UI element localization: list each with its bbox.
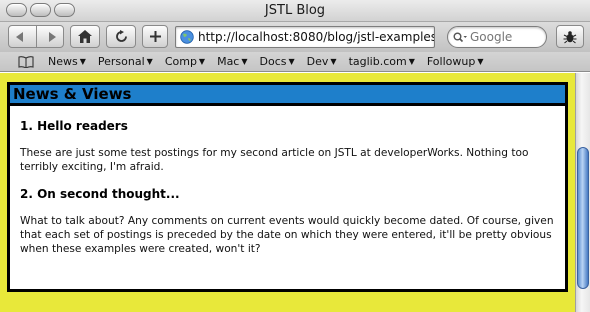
bookmark-mac[interactable]: Mac ▼ [217, 55, 247, 68]
post-body: These are just some test postings for my… [20, 147, 529, 173]
bookmarks-bar: News ▼ Personal ▼ Comp ▼ Mac ▼ Docs ▼ Dev ▼ ta… [0, 52, 590, 72]
bookmark-followup[interactable]: Followup ▼ [427, 55, 484, 68]
window-titlebar: JSTL Blog [0, 0, 590, 22]
dropdown-arrow-icon: ▼ [408, 57, 415, 66]
bookmark-news[interactable]: News ▼ [48, 55, 86, 68]
dropdown-arrow-icon: ▼ [477, 57, 484, 66]
post-title: 2. On second thought... [20, 187, 180, 201]
bug-icon [563, 30, 577, 43]
scrollbar-thumb[interactable] [577, 147, 589, 289]
search-field[interactable] [447, 26, 547, 48]
window-title: JSTL Blog [264, 3, 326, 18]
bookmark-docs[interactable]: Docs ▼ [260, 55, 295, 68]
search-icon [453, 32, 467, 42]
bookmark-taglib[interactable]: taglib.com ▼ [349, 55, 415, 68]
bookmark-personal[interactable]: Personal ▼ [98, 55, 153, 68]
dropdown-arrow-icon: ▼ [241, 57, 248, 66]
back-button[interactable] [9, 26, 36, 47]
vertical-scrollbar[interactable] [575, 73, 590, 312]
bookmarks-book-icon[interactable] [18, 55, 34, 68]
forward-arrow-icon [48, 31, 56, 42]
dropdown-arrow-icon: ▼ [330, 57, 337, 66]
reload-button[interactable] [106, 25, 136, 48]
section-heading: News & Views [10, 85, 565, 106]
globe-icon [180, 30, 194, 44]
browser-toolbar: http://localhost:8080/blog/jstl-examples [0, 22, 590, 52]
back-arrow-icon [16, 31, 24, 42]
home-button[interactable] [70, 25, 100, 48]
dropdown-arrow-icon: ▼ [288, 57, 295, 66]
page-viewport: News & Views 1. Hello readers These are … [0, 73, 575, 312]
posts-list: 1. Hello readers These are just some tes… [10, 119, 565, 256]
address-bar[interactable]: http://localhost:8080/blog/jstl-examples [175, 26, 435, 48]
dropdown-arrow-icon: ▼ [146, 57, 153, 66]
search-input[interactable] [470, 30, 532, 44]
forward-button[interactable] [35, 26, 64, 47]
add-bookmark-button[interactable] [142, 25, 168, 48]
post-body: What to talk about? Any comments on curr… [20, 215, 554, 255]
bookmark-comp[interactable]: Comp ▼ [165, 55, 205, 68]
url-text: http://localhost:8080/blog/jstl-examples [198, 30, 434, 44]
dropdown-arrow-icon: ▼ [198, 57, 206, 66]
back-forward-group [8, 25, 64, 48]
reload-icon [115, 30, 127, 42]
bookmark-dev[interactable]: Dev ▼ [307, 55, 337, 68]
dropdown-arrow-icon: ▼ [79, 57, 86, 66]
home-icon [78, 30, 92, 43]
report-bug-button[interactable] [556, 25, 584, 48]
post-title: 1. Hello readers [20, 119, 128, 133]
plus-icon [149, 31, 161, 42]
news-panel: News & Views 1. Hello readers These are … [7, 82, 568, 292]
